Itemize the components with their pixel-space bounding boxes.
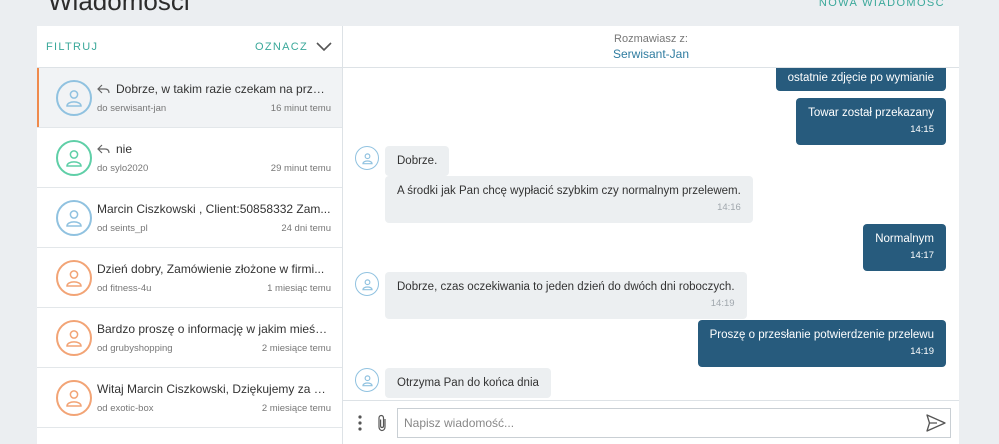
- conversation-peer: od grubyshopping: [97, 343, 173, 354]
- message-text: Dobrze, czas oczekiwania to jeden dzień …: [397, 281, 735, 293]
- message-input[interactable]: [404, 415, 926, 430]
- paperclip-icon[interactable]: [375, 414, 389, 432]
- chat-header: Rozmawiasz z: Serwisant-Jan: [343, 26, 959, 68]
- conversation-title: Marcin Ciszkowski , Client:50858332 Zam.…: [97, 202, 331, 216]
- message-bubble-in: A środki jak Pan chcę wypłacić szybkim c…: [385, 176, 753, 223]
- message-bubble-in: Dobrze.: [385, 146, 450, 176]
- user-icon: [56, 79, 92, 116]
- message-text: ostatnie zdjęcie po wymianie: [787, 72, 934, 84]
- conversation-title: Dobrze, w takim razie czekam na przelew.: [116, 82, 331, 96]
- conversation-time: 2 miesiące temu: [261, 403, 331, 414]
- send-icon[interactable]: [926, 413, 946, 432]
- message-text: Towar został przekazany: [808, 107, 934, 119]
- chat-pane: Rozmawiasz z: Serwisant-Jan ostatnie zdj…: [343, 26, 959, 444]
- message-bubble-out: Proszę o przesłanie potwierdzenie przele…: [697, 320, 946, 367]
- conversation-item[interactable]: nie do sylo2020 29 minut temu: [37, 128, 342, 188]
- message-text: Proszę o przesłanie potwierdzenie przele…: [709, 329, 934, 341]
- reply-arrow-icon: [97, 144, 110, 154]
- message-composer: [343, 400, 959, 444]
- conversation-title: Witaj Marcin Ciszkowski, Dziękujemy za z…: [97, 382, 331, 396]
- message-input-wrapper: [397, 407, 951, 438]
- mark-label: OZNACZ: [254, 40, 308, 53]
- new-message-button[interactable]: NOWA WIADOMOŚĆ: [819, 0, 945, 9]
- conversation-item[interactable]: Witaj Marcin Ciszkowski, Dziękujemy za z…: [37, 368, 342, 428]
- more-vertical-icon[interactable]: [353, 414, 367, 432]
- conversation-item[interactable]: Dzień dobry, Zamówienie złożone w firmi.…: [37, 248, 342, 308]
- chevron-down-icon: [316, 41, 332, 51]
- message-bubble-out: Normalnym 14:17: [863, 224, 946, 271]
- conversation-title: Bardzo proszę o informację w jakim mieśc…: [97, 322, 331, 336]
- conversation-time: 2 miesiące temu: [261, 343, 331, 354]
- conversation-title: nie: [116, 142, 133, 156]
- conversation-time: 29 minut temu: [270, 163, 331, 174]
- conversation-time: 1 miesiąc temu: [267, 283, 331, 294]
- user-icon: [56, 199, 92, 236]
- conversation-list: FILTRUJ OZNACZ Dobrze, w takim razie cze…: [37, 26, 343, 444]
- conversation-item[interactable]: Dobrze, w takim razie czekam na przelew.…: [37, 68, 342, 128]
- message-time: 14:15: [910, 124, 934, 135]
- message-text: A środki jak Pan chcę wypłacić szybkim c…: [397, 185, 741, 197]
- conversation-peer: od seints_pl: [97, 223, 148, 234]
- message-time: 14:16: [717, 202, 741, 213]
- chat-with-label: Rozmawiasz z:: [614, 33, 688, 45]
- user-icon: [355, 272, 379, 296]
- conversation-title: Dzień dobry, Zamówienie złożone w firmi.…: [97, 262, 325, 276]
- conversation-peer: do sylo2020: [97, 163, 149, 174]
- message-text: Otrzyma Pan do końca dnia: [397, 377, 539, 389]
- filter-button[interactable]: FILTRUJ: [46, 41, 98, 53]
- conversation-item[interactable]: Marcin Ciszkowski , Client:50858332 Zam.…: [37, 188, 342, 248]
- conversation-peer: do serwisant-jan: [97, 103, 167, 114]
- chat-partner-name[interactable]: Serwisant-Jan: [343, 47, 959, 61]
- message-thread[interactable]: ostatnie zdjęcie po wymianie Towar zosta…: [343, 68, 959, 400]
- user-icon: [56, 319, 92, 356]
- message-bubble-out: Towar został przekazany 14:15: [796, 98, 946, 145]
- page-title: Wiadomości: [48, 0, 190, 16]
- mark-dropdown[interactable]: OZNACZ: [255, 41, 332, 53]
- message-text: Normalnym: [875, 233, 934, 245]
- reply-arrow-icon: [97, 84, 110, 94]
- user-icon: [56, 139, 92, 176]
- conversation-time: 16 minut temu: [270, 103, 331, 114]
- message-text: Dobrze.: [397, 155, 438, 167]
- message-bubble-in: Dobrze, czas oczekiwania to jeden dzień …: [385, 272, 747, 319]
- message-time: 14:19: [710, 298, 735, 309]
- user-icon: [56, 379, 92, 416]
- user-icon: [56, 259, 92, 296]
- user-icon: [355, 146, 379, 170]
- filter-bar: FILTRUJ OZNACZ: [37, 26, 342, 68]
- message-bubble-in: Otrzyma Pan do końca dnia: [385, 368, 551, 398]
- conversation-peer: od exotic-box: [97, 403, 154, 414]
- message-time: 14:17: [910, 250, 934, 261]
- conversation-item[interactable]: Bardzo proszę o informację w jakim mieśc…: [37, 308, 342, 368]
- message-bubble-out: ostatnie zdjęcie po wymianie: [775, 68, 946, 91]
- conversation-time: 24 dni temu: [281, 223, 331, 234]
- user-icon: [355, 368, 379, 392]
- conversation-peer: od fitness-4u: [97, 283, 152, 294]
- messages-panel: FILTRUJ OZNACZ Dobrze, w takim razie cze…: [37, 26, 959, 444]
- message-time: 14:19: [910, 346, 934, 357]
